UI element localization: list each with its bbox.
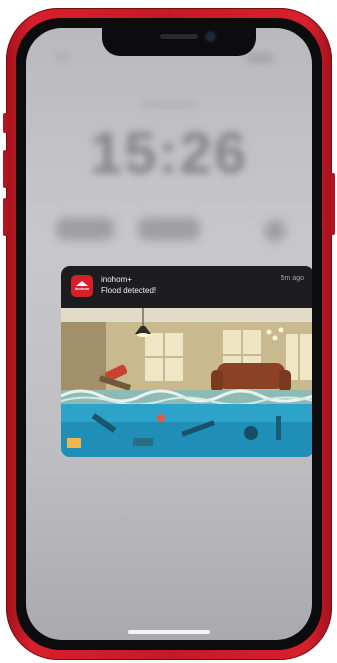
notification-app-name: inohom+ bbox=[101, 275, 132, 284]
widget-blurred bbox=[264, 220, 286, 242]
power-button bbox=[331, 173, 335, 235]
status-carrier: ••• bbox=[56, 50, 69, 64]
phone-frame: ••• ▮▮▮ ━━━━━━━━ 15:26 inohom inohom+ 5m… bbox=[3, 8, 335, 660]
speaker bbox=[160, 34, 198, 39]
notification-message: Flood detected! bbox=[101, 286, 157, 295]
front-camera bbox=[206, 32, 215, 41]
flood-notification[interactable]: inohom inohom+ 5m ago Flood detected! bbox=[61, 266, 312, 457]
widget-blurred bbox=[56, 218, 114, 240]
screen-bezel: ••• ▮▮▮ ━━━━━━━━ 15:26 inohom inohom+ 5m… bbox=[16, 18, 322, 650]
inohom-app-icon: inohom bbox=[71, 275, 93, 297]
home-indicator[interactable] bbox=[128, 630, 210, 634]
notification-time: 5m ago bbox=[280, 275, 304, 282]
lock-screen: ••• ▮▮▮ ━━━━━━━━ 15:26 inohom inohom+ 5m… bbox=[26, 28, 312, 640]
volume-up-button bbox=[3, 150, 7, 188]
lockscreen-clock: 15:26 bbox=[89, 121, 249, 186]
lockscreen-date: ━━━━━━━━ bbox=[142, 99, 196, 111]
volume-down-button bbox=[3, 198, 7, 236]
flood-image bbox=[61, 308, 312, 457]
status-indicators: ▮▮▮ bbox=[248, 50, 274, 64]
widget-blurred bbox=[138, 218, 200, 240]
mute-switch bbox=[3, 113, 7, 133]
notch bbox=[102, 28, 256, 56]
